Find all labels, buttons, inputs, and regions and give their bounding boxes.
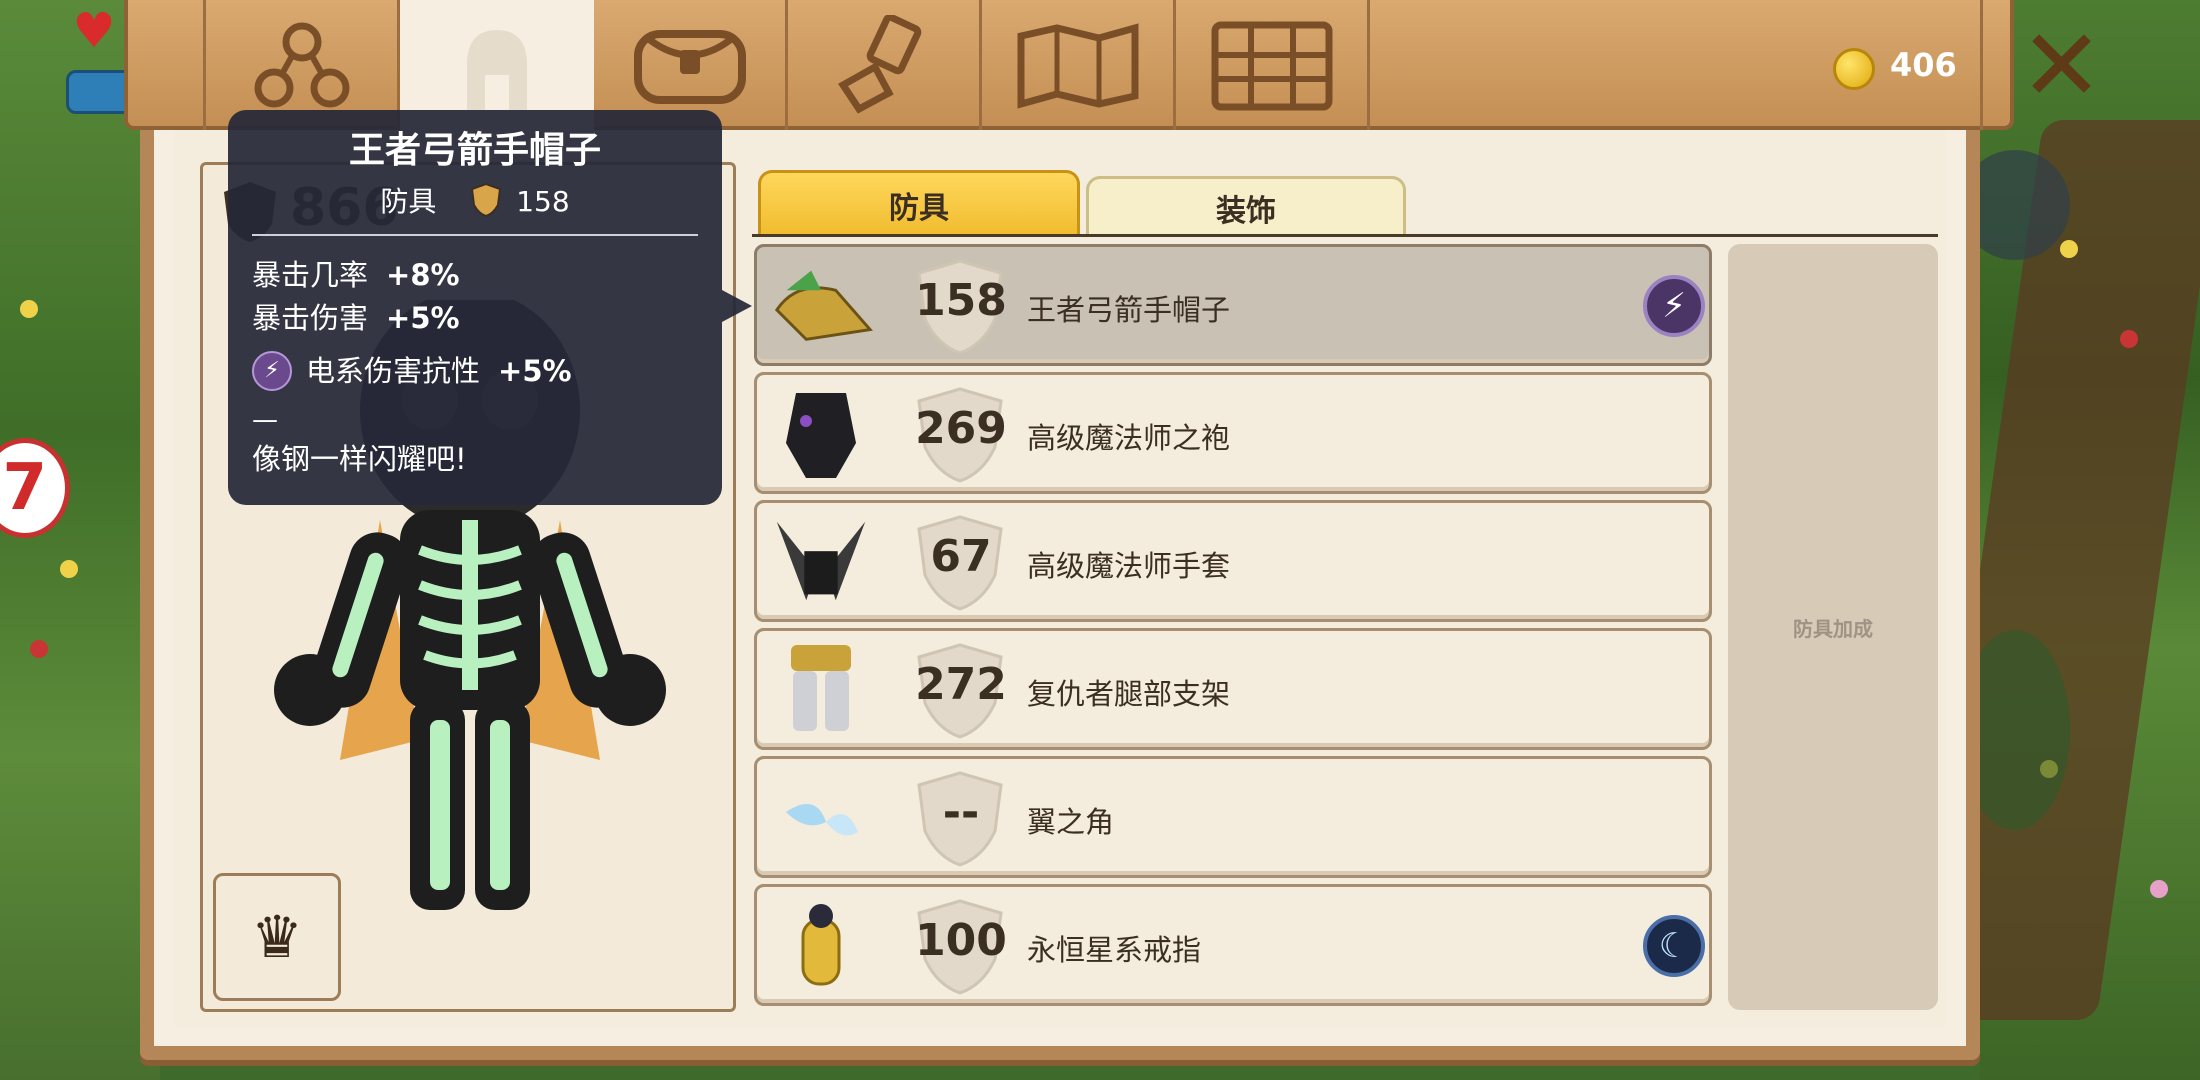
tooltip-flavor-text: 像钢一样闪耀吧! — [252, 442, 467, 476]
stat-label: 暴击几率 — [252, 258, 369, 292]
flower — [60, 560, 78, 578]
flower — [2120, 330, 2138, 348]
item-name: 高级魔法师手套 — [1027, 549, 1231, 583]
coin-count: 406 — [1890, 46, 1957, 84]
skills-icon — [254, 22, 349, 108]
armor-value: 158 — [915, 275, 1007, 326]
armor-value: -- — [942, 787, 980, 838]
tooltip-stat: 暴击几率 +8% — [252, 254, 698, 297]
armor-value: 100 — [915, 915, 1007, 966]
tab-armor[interactable]: 防具 — [758, 170, 1080, 236]
chest-icon — [1211, 21, 1332, 111]
tab-underline — [752, 234, 1938, 237]
elemental-value: +5% — [498, 354, 572, 388]
list-item[interactable]: 100 永恒星系戒指 ☾ — [754, 884, 1712, 1006]
item-name: 高级魔法师之袍 — [1027, 421, 1231, 455]
leg-armor-icon — [767, 639, 875, 739]
tooltip-stat: 暴击伤害 +5% — [252, 297, 698, 340]
tooltip-elemental: ⚡ 电系伤害抗性 +5% — [252, 348, 698, 394]
heart-icon: ♥ — [72, 3, 116, 59]
list-item[interactable]: 272 复仇者腿部支架 — [754, 628, 1712, 750]
tooltip-armor: 158 — [516, 185, 570, 218]
armor-value: 269 — [915, 403, 1007, 454]
flower — [2060, 240, 2078, 258]
stat-label: 暴击伤害 — [252, 301, 369, 335]
flower — [30, 640, 48, 658]
armor-value: 272 — [915, 659, 1007, 710]
crafting-hammer-icon — [837, 15, 921, 114]
tooltip-dash: — — [252, 405, 278, 435]
armor-bonus-panel: 防具加成 — [1728, 244, 1938, 1010]
map-icon — [1017, 23, 1138, 109]
lightning-icon: ⚡ — [1643, 275, 1705, 337]
grass-left — [0, 0, 160, 1080]
tab-chest[interactable] — [1176, 0, 1370, 130]
crown-icon: ♛ — [251, 903, 303, 971]
armor-value: 67 — [930, 531, 992, 582]
coin-icon — [1833, 48, 1875, 90]
item-name: 翼之角 — [1027, 805, 1115, 839]
flower — [2150, 880, 2168, 898]
close-icon: ✕ — [2019, 6, 2104, 124]
close-button[interactable]: ✕ — [1980, 0, 2140, 130]
item-tooltip: 王者弓箭手帽子 防具 158 暴击几率 +8% 暴击伤害 +5% ⚡ 电系伤害抗性 … — [228, 110, 752, 505]
helmet-icon — [467, 30, 527, 110]
list-item[interactable]: 158 王者弓箭手帽子 ⚡ — [754, 244, 1712, 366]
moon-icon: ☾ — [1643, 915, 1705, 977]
armor-bonus-label: 防具加成 — [1793, 616, 1873, 641]
flower — [20, 300, 38, 318]
tab-edge — [128, 0, 206, 130]
tooltip-title: 王者弓箭手帽子 — [348, 130, 601, 171]
item-name: 永恒星系戒指 — [1027, 933, 1202, 967]
archer-hat-icon — [767, 255, 875, 355]
bag-icon — [633, 30, 746, 104]
tooltip-subtitle: 防具 158 — [252, 182, 698, 222]
gloves-icon — [767, 511, 875, 611]
wings-icon — [767, 767, 875, 867]
item-name: 复仇者腿部支架 — [1027, 677, 1231, 711]
list-item[interactable]: -- 翼之角 — [754, 756, 1712, 878]
list-item[interactable]: 269 高级魔法师之袍 — [754, 372, 1712, 494]
accessory-slot[interactable]: ♛ — [213, 873, 341, 1001]
tab-decoration[interactable]: 装饰 — [1086, 176, 1406, 236]
tooltip-divider — [252, 234, 698, 236]
tab-crafting[interactable] — [788, 0, 982, 130]
tab-map[interactable] — [982, 0, 1176, 130]
item-name: 王者弓箭手帽子 — [1027, 293, 1231, 327]
robe-icon — [767, 383, 875, 483]
stat-value: +5% — [386, 301, 460, 335]
elemental-label: 电系伤害抗性 — [306, 354, 481, 388]
lightning-icon: ⚡ — [252, 351, 292, 391]
list-item[interactable]: 67 高级魔法师手套 — [754, 500, 1712, 622]
tooltip-type: 防具 — [380, 185, 437, 218]
stat-value: +8% — [386, 258, 460, 292]
armor-icon — [471, 183, 502, 217]
ring-icon — [767, 895, 875, 995]
